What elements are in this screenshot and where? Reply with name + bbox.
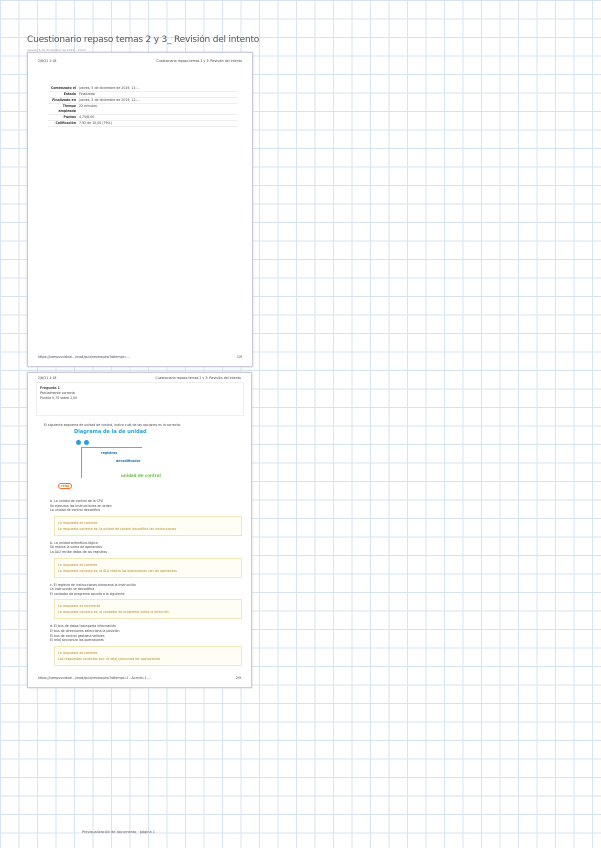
option-b: b. La unidad aritmético-lógica Se realiza…	[44, 541, 242, 578]
header-title: Cuestionario repaso temas 2 y 3: Revisió…	[155, 376, 241, 380]
option-a: a. La unidad de control de la CPU Se ejec…	[44, 499, 242, 536]
diagram: Diagrama de la de unidad registros decod…	[56, 429, 242, 497]
eye-icon	[76, 440, 81, 445]
feedback: La respuesta es correcta La respuesta cor…	[54, 515, 242, 536]
header-title: Cuestionario repaso temas 2 y 3: Revisió…	[156, 59, 242, 63]
footer-url[interactable]: https://campusvirtual.../mod/quiz/review…	[38, 676, 150, 680]
document-title: Cuestionario repaso temas 2 y 3_ Revisió…	[27, 35, 260, 45]
option-d: d. El bus de datos transporta informació…	[44, 624, 242, 666]
page-1: 2/6/21 1:18 Cuestionario repaso temas 2 y…	[27, 52, 253, 367]
header-date: 2/6/21 1:18	[38, 376, 57, 380]
diagram-title: Diagrama de la de unidad	[74, 429, 147, 435]
header-date: 2/6/21 1:18	[38, 59, 57, 63]
question-body: El siguiente esquema de unidad de contro…	[44, 423, 242, 671]
page-2: 2/6/21 1:18 Cuestionario repaso temas 2 y…	[27, 372, 252, 688]
footer-url[interactable]: https://campusvirtual.../mod/quiz/review…	[38, 355, 130, 359]
page-number: 2/9	[235, 676, 241, 680]
feedback: La respuesta es incorrecta La respuesta c…	[54, 599, 242, 620]
feedback: La respuesta es correcta Las respuestas c…	[54, 645, 242, 666]
diagram-label: decodificador	[116, 459, 141, 463]
diagram-label: registros	[101, 451, 118, 455]
summary-row: Tiempo empleado 22 minutos	[48, 104, 238, 115]
feedback: La respuesta es correcta La respuesta cor…	[54, 557, 242, 578]
diagram-label: reloj	[58, 483, 73, 489]
eye-icon	[84, 440, 89, 445]
diagram-label: unidad de control	[121, 473, 161, 478]
page-number: 1/9	[236, 355, 242, 359]
question-grade: Puntúa 0,75 sobre 1,00	[40, 396, 78, 400]
question-text: El siguiente esquema de unidad de contro…	[44, 423, 181, 427]
preview-caption: Previsualización de documento · página 1	[82, 830, 155, 834]
attempt-summary: Comenzado el jueves, 5 de diciembre de 20…	[48, 86, 238, 127]
question-info: Pregunta 1 Parcialmente correcta Puntúa …	[36, 382, 244, 416]
option-c: c. El registro de instrucciones almacena…	[44, 583, 242, 620]
summary-row: Calificación 7,92 de 10,00 (79%)	[48, 121, 238, 127]
